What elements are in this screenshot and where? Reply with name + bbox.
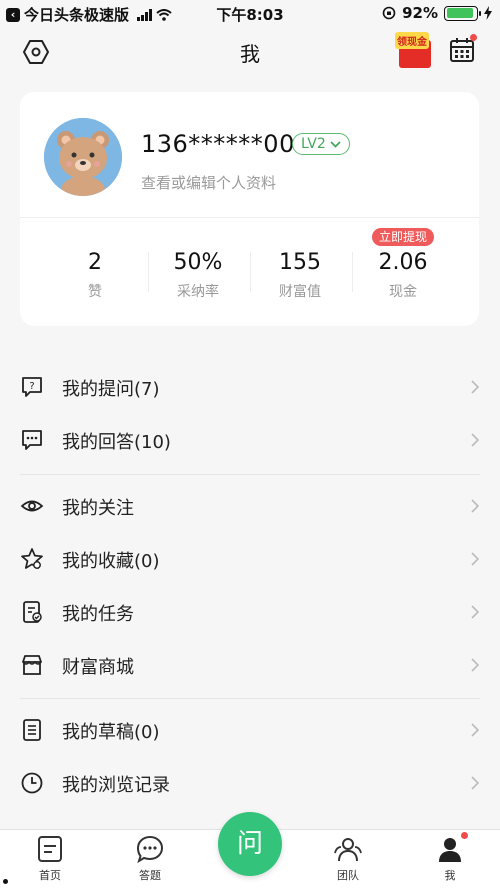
menu-item-label: 我的回答(10) (62, 432, 171, 453)
ask-question-button[interactable]: 问 (218, 812, 282, 876)
stat-label: 采纳率 (177, 284, 219, 300)
stat-value: 2.06 (378, 250, 428, 275)
user-icon (439, 838, 461, 862)
bear-avatar-icon (44, 118, 122, 196)
nav-bar: 我 领现金 (0, 26, 500, 76)
chevron-right-icon (471, 658, 480, 672)
draft-icon (23, 719, 41, 741)
tab-team[interactable]: 团队 (318, 834, 378, 883)
menu-item-label: 财富商城 (62, 657, 134, 678)
stat-value: 2 (88, 250, 102, 275)
menu-item-my-follows[interactable]: 我的关注 (0, 481, 500, 534)
menu-item-label: 我的浏览记录 (62, 775, 170, 796)
menu-item-my-questions[interactable]: ? 我的提问(7) (0, 362, 500, 415)
level-badge[interactable]: LV2 (292, 133, 350, 155)
status-bar: ‹ 今日头条极速版 下午8:03 92% (0, 0, 500, 26)
chevron-down-icon (330, 140, 341, 148)
chevron-right-icon (471, 723, 480, 737)
svg-text:?: ? (29, 381, 34, 392)
tab-label: 答题 (139, 869, 161, 882)
menu-item-my-drafts[interactable]: 我的草稿(0) (0, 705, 500, 758)
menu-item-label: 我的草稿(0) (62, 722, 160, 743)
tab-home[interactable]: 首页 (20, 834, 80, 883)
battery-percent: 92% (402, 4, 438, 22)
team-icon (334, 838, 362, 862)
menu-item-my-tasks[interactable]: 我的任务 (0, 587, 500, 640)
hongbao-label: 领现金 (395, 32, 429, 49)
stat-likes[interactable]: 2 赞 (45, 250, 145, 301)
stat-label: 现金 (389, 284, 417, 300)
chat-bubble-icon (136, 835, 164, 864)
tab-label: 首页 (39, 869, 61, 882)
me-notification-dot (461, 832, 468, 839)
menu-item-browsing-history[interactable]: 我的浏览记录 (0, 758, 500, 811)
question-bubble-icon: ? (22, 377, 42, 397)
eye-icon (20, 500, 44, 512)
level-label: LV2 (301, 135, 326, 152)
battery-icon (444, 5, 481, 21)
chevron-right-icon (471, 499, 480, 513)
profile-card: 136******00 LV2 查看或编辑个人资料 立即提现 2 赞 50% 采… (20, 92, 479, 326)
tab-label: 我 (444, 869, 456, 882)
tab-answer[interactable]: 答题 (120, 834, 180, 883)
card-divider (20, 217, 479, 218)
stat-adoption-rate[interactable]: 50% 采纳率 (148, 250, 248, 301)
orientation-lock-icon (382, 6, 396, 20)
corner-dot (3, 879, 8, 884)
stat-cash[interactable]: 2.06 现金 (353, 250, 453, 301)
withdraw-badge[interactable]: 立即提现 (372, 228, 435, 246)
stat-wealth[interactable]: 155 财富值 (250, 250, 350, 301)
tab-me[interactable]: 我 (420, 832, 480, 883)
chevron-right-icon (471, 433, 480, 447)
stat-label: 财富值 (279, 284, 321, 300)
stat-value: 155 (279, 250, 321, 275)
username[interactable]: 136******00 (141, 130, 295, 158)
home-icon (38, 836, 62, 862)
stat-label: 赞 (88, 284, 102, 300)
chevron-right-icon (471, 552, 480, 566)
task-icon (23, 601, 42, 623)
store-icon (22, 655, 42, 675)
menu-item-my-favorites[interactable]: 我的收藏(0) (0, 534, 500, 587)
menu-item-label: 我的关注 (62, 498, 134, 519)
chevron-right-icon (471, 776, 480, 790)
group-separator (20, 474, 480, 475)
answer-bubble-icon (22, 430, 42, 450)
menu-item-wealth-store[interactable]: 财富商城 (0, 640, 500, 693)
chevron-right-icon (471, 605, 480, 619)
tab-label: 团队 (337, 869, 359, 882)
menu-item-label: 我的收藏(0) (62, 551, 160, 572)
charging-bolt-icon (484, 6, 492, 20)
avatar[interactable] (44, 118, 122, 196)
status-right: 92% (382, 4, 492, 22)
calendar-notification-dot (470, 34, 477, 41)
menu-item-label: 我的提问(7) (62, 379, 160, 400)
star-icon (21, 548, 43, 569)
edit-profile-link[interactable]: 查看或编辑个人资料 (141, 172, 276, 193)
chevron-right-icon (471, 380, 480, 394)
stat-value: 50% (173, 250, 223, 275)
menu-item-my-answers[interactable]: 我的回答(10) (0, 415, 500, 468)
clock-icon (21, 772, 43, 794)
menu-item-label: 我的任务 (62, 604, 134, 625)
red-envelope-button[interactable]: 领现金 (395, 30, 433, 70)
group-separator (20, 698, 480, 699)
